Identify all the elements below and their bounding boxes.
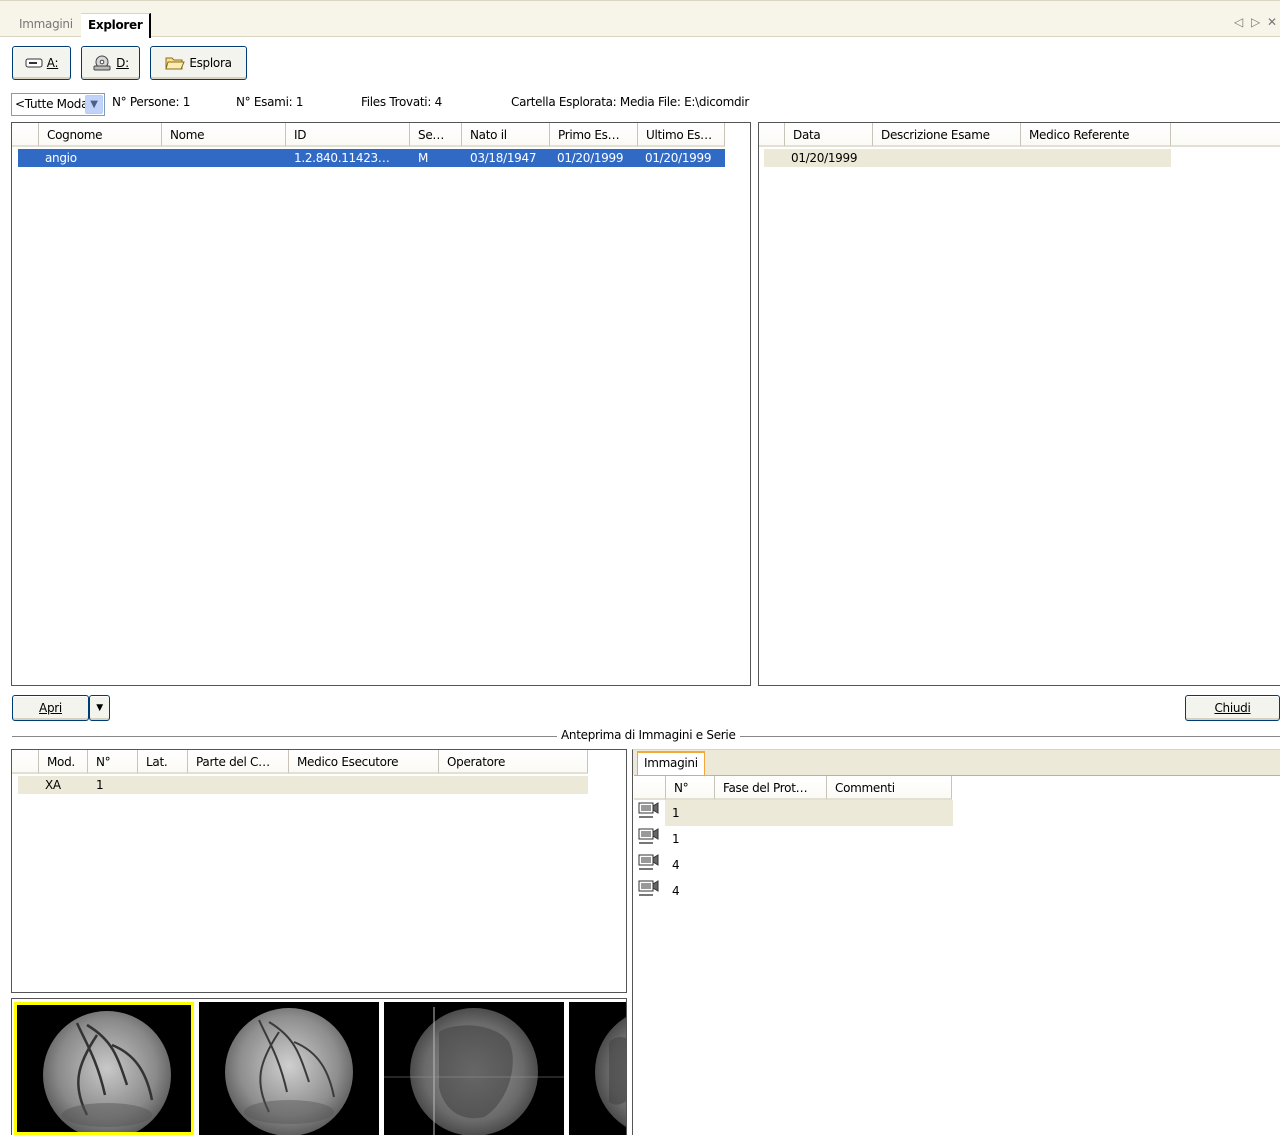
- thumbnail-strip[interactable]: [11, 998, 627, 1135]
- tab-immagini-inner[interactable]: Immagini: [637, 751, 705, 775]
- tab-immagini[interactable]: Immagini: [12, 13, 80, 37]
- video-file-icon: [638, 828, 659, 844]
- modality-combo-value: <Tutte Modalità>: [15, 97, 85, 111]
- open-folder-icon: [165, 57, 186, 70]
- image-number: 4: [672, 884, 680, 898]
- col-medico-esecutore[interactable]: Medico Esecutore: [289, 750, 439, 774]
- patients-header: Cognome Nome ID Se… Nato il Primo Es… Ul…: [12, 123, 750, 147]
- close-icon[interactable]: ✕: [1267, 15, 1277, 29]
- angiogram-image: [225, 1008, 353, 1135]
- list-item[interactable]: [637, 852, 661, 877]
- cd-drive-icon: [93, 55, 111, 71]
- list-item[interactable]: [637, 800, 661, 825]
- header-filler: [1171, 123, 1280, 147]
- explored-folder: Cartella Esplorata: Media File: E:\dicom…: [511, 95, 749, 109]
- cell-descrizione: [872, 149, 1020, 167]
- open-label: Apri: [39, 701, 62, 715]
- drive-d-button[interactable]: D:: [81, 46, 140, 80]
- exams-list[interactable]: Data Descrizione Esame Medico Referente …: [758, 122, 1280, 686]
- cell-sesso: M: [418, 151, 429, 165]
- header-spacer: [759, 123, 785, 147]
- cell-id: 1.2.840.11423…: [294, 151, 390, 165]
- image-number: 1: [672, 832, 680, 846]
- col-descrizione[interactable]: Descrizione Esame: [873, 123, 1021, 147]
- col-mod[interactable]: Mod.: [39, 750, 88, 774]
- thumbnail-4[interactable]: [569, 1002, 626, 1135]
- angiogram-image: [384, 1007, 564, 1135]
- header-spacer: [12, 123, 39, 147]
- angiogram-image: [43, 1011, 171, 1132]
- col-sesso[interactable]: Se…: [410, 123, 462, 147]
- col-medico-referente[interactable]: Medico Referente: [1021, 123, 1171, 147]
- drive-a-button[interactable]: A:: [12, 46, 71, 80]
- header-spacer: [634, 776, 666, 800]
- col-operatore[interactable]: Operatore: [439, 750, 588, 774]
- col-ultimo[interactable]: Ultimo Es…: [638, 123, 725, 147]
- exams-count: N° Esami: 1: [236, 95, 304, 109]
- images-tab-strip: [633, 750, 1280, 775]
- row-highlight: [665, 800, 953, 826]
- images-header: N° Fase del Prot… Commenti: [634, 776, 1280, 800]
- group-caption: Anteprima di Immagini e Serie: [557, 728, 740, 742]
- cell-cognome: angio: [45, 151, 77, 165]
- open-button[interactable]: Apri: [12, 695, 89, 721]
- table-row[interactable]: angio 1.2.840.11423… M 03/18/1947 01/20/…: [18, 149, 725, 167]
- col-primo[interactable]: Primo Es…: [550, 123, 638, 147]
- angiogram-image: [595, 1017, 626, 1127]
- chevron-down-icon: ▼: [96, 703, 103, 713]
- list-item[interactable]: [637, 878, 661, 903]
- cell-ultimo: 01/20/1999: [645, 151, 712, 165]
- series-header: Mod. N° Lat. Parte del C… Medico Esecuto…: [12, 750, 626, 774]
- table-row[interactable]: 01/20/1999: [764, 149, 1171, 167]
- explore-button[interactable]: Esplora: [150, 46, 247, 80]
- modality-combo[interactable]: <Tutte Modalità> ▼: [11, 93, 105, 116]
- drive-a-label: A:: [46, 56, 59, 70]
- close-label: Chiudi: [1214, 701, 1251, 715]
- col-lat[interactable]: Lat.: [138, 750, 188, 774]
- col-fase[interactable]: Fase del Prot…: [715, 776, 827, 800]
- cell-numero: 1: [96, 778, 104, 792]
- image-number: 1: [672, 806, 680, 820]
- table-row[interactable]: XA 1: [18, 776, 588, 794]
- cell-mod: XA: [45, 778, 61, 792]
- document-tab-strip: [0, 0, 1280, 37]
- video-file-icon: [638, 880, 659, 896]
- exams-header: Data Descrizione Esame Medico Referente: [759, 123, 1280, 147]
- col-id[interactable]: ID: [286, 123, 410, 147]
- thumbnail-2[interactable]: [199, 1002, 379, 1135]
- tab-prev-icon[interactable]: ◁: [1234, 15, 1243, 29]
- col-nato[interactable]: Nato il: [462, 123, 550, 147]
- drive-d-label: D:: [116, 56, 129, 70]
- video-file-icon: [638, 802, 659, 818]
- cell-primo: 01/20/1999: [557, 151, 624, 165]
- cell-nato: 03/18/1947: [470, 151, 537, 165]
- tab-next-icon[interactable]: ▷: [1251, 15, 1260, 29]
- files-count: Files Trovati: 4: [361, 95, 442, 109]
- persons-count: N° Persone: 1: [112, 95, 191, 109]
- video-file-icon: [638, 854, 659, 870]
- image-number: 4: [672, 858, 680, 872]
- chevron-down-icon[interactable]: ▼: [85, 95, 103, 114]
- col-nome[interactable]: Nome: [162, 123, 286, 147]
- col-data[interactable]: Data: [785, 123, 873, 147]
- header-spacer: [12, 750, 39, 774]
- col-parte-corpo[interactable]: Parte del C…: [188, 750, 289, 774]
- cell-data: 01/20/1999: [791, 151, 858, 165]
- col-cognome[interactable]: Cognome: [39, 123, 162, 147]
- list-item[interactable]: [637, 826, 661, 851]
- explore-label: Esplora: [189, 56, 232, 70]
- tab-explorer[interactable]: Explorer: [81, 13, 152, 38]
- open-dropdown-button[interactable]: ▼: [89, 695, 110, 721]
- col-commenti[interactable]: Commenti: [827, 776, 952, 800]
- close-button[interactable]: Chiudi: [1185, 695, 1280, 721]
- col-img-numero[interactable]: N°: [666, 776, 715, 800]
- floppy-drive-icon: [25, 58, 43, 68]
- patients-list[interactable]: Cognome Nome ID Se… Nato il Primo Es… Ul…: [11, 122, 751, 686]
- thumbnail-1[interactable]: [14, 1002, 194, 1135]
- series-list[interactable]: Mod. N° Lat. Parte del C… Medico Esecuto…: [11, 749, 627, 993]
- cell-nome: [161, 149, 285, 167]
- col-numero[interactable]: N°: [88, 750, 138, 774]
- cell-medico: [1020, 149, 1170, 167]
- thumbnail-3[interactable]: [384, 1002, 564, 1135]
